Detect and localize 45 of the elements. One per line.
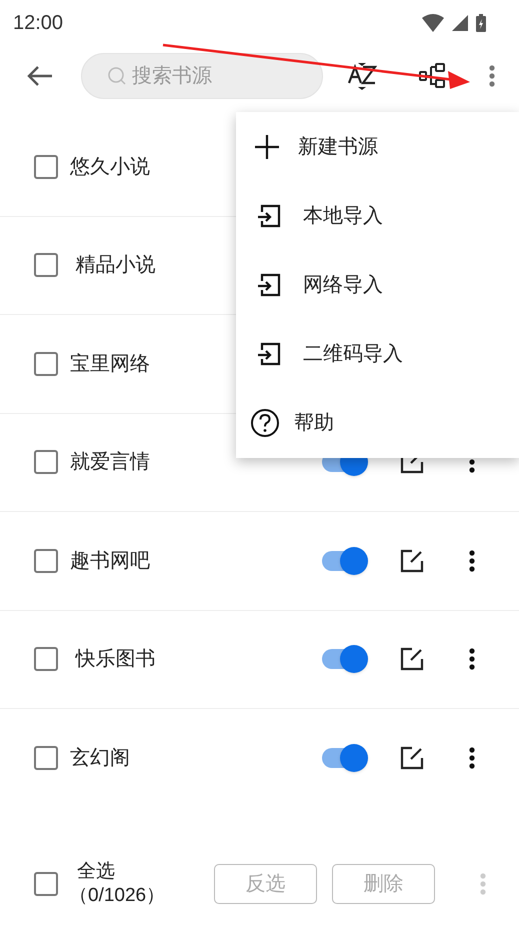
wifi-icon xyxy=(422,14,444,32)
menu-item[interactable]: 二维码导入 xyxy=(236,320,519,389)
group-icon[interactable] xyxy=(419,63,447,89)
checkbox[interactable] xyxy=(34,352,58,376)
source-name: 宝里网络 xyxy=(70,352,150,377)
more-icon[interactable] xyxy=(469,648,475,670)
select-all-label[interactable]: 全选 xyxy=(77,860,115,884)
menu-item[interactable]: 本地导入 xyxy=(236,181,519,250)
checkbox[interactable] xyxy=(34,647,58,672)
edit-icon[interactable] xyxy=(400,746,424,770)
source-name: 悠久小说 xyxy=(70,154,150,180)
help-icon xyxy=(250,408,280,438)
checkbox[interactable] xyxy=(34,872,58,896)
plus-icon xyxy=(254,134,280,160)
signal-icon xyxy=(452,15,468,31)
source-name: 玄幻阁 xyxy=(70,746,130,772)
toggle-switch[interactable] xyxy=(322,546,366,575)
import-icon xyxy=(257,204,281,228)
status-time: 12:00 xyxy=(13,11,64,36)
toggle-switch[interactable] xyxy=(322,744,366,772)
more-icon[interactable] xyxy=(469,550,475,572)
source-name: 快乐图书 xyxy=(74,647,156,672)
import-icon xyxy=(257,272,281,297)
search-icon xyxy=(107,66,127,86)
toggle-switch[interactable] xyxy=(322,645,366,674)
checkbox[interactable] xyxy=(34,746,58,770)
source-name: 精品小说 xyxy=(74,253,156,278)
battery-icon xyxy=(476,14,486,32)
import-icon xyxy=(257,342,281,366)
menu-item[interactable]: 网络导入 xyxy=(236,250,519,320)
more-icon[interactable] xyxy=(469,747,475,770)
edit-icon[interactable] xyxy=(400,548,424,573)
back-icon[interactable] xyxy=(26,64,54,88)
source-name: 就爱言情 xyxy=(70,450,150,476)
sort-icon[interactable] xyxy=(347,61,377,91)
search-field[interactable]: 搜索书源 xyxy=(81,53,323,99)
checkbox[interactable] xyxy=(34,450,58,474)
checkbox[interactable] xyxy=(34,548,58,573)
checkbox[interactable] xyxy=(34,154,58,179)
checkbox[interactable] xyxy=(34,253,58,278)
source-name: 趣书网吧 xyxy=(70,548,150,574)
selection-count: （0/1026） xyxy=(69,884,166,908)
menu-item[interactable]: 帮助 xyxy=(236,388,519,458)
edit-icon[interactable] xyxy=(400,647,424,672)
menu-item[interactable]: 新建书源 xyxy=(236,112,519,182)
